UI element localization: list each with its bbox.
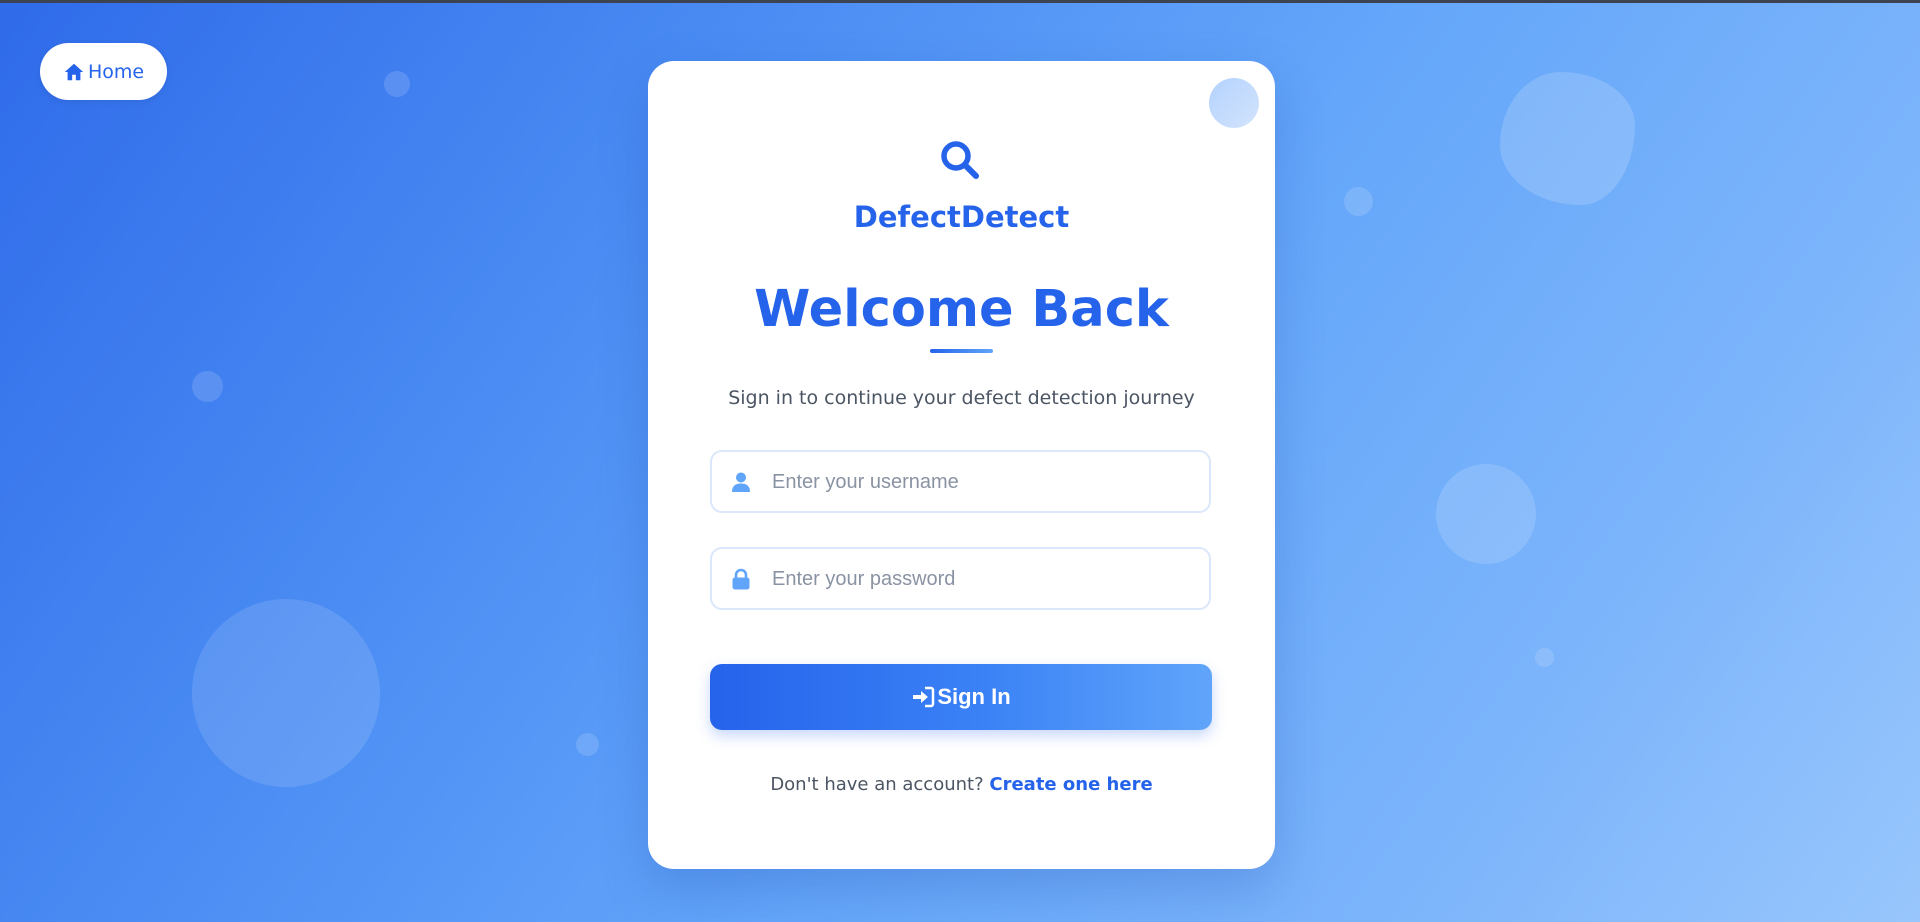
sign-in-button[interactable]: Sign In — [710, 664, 1212, 730]
page-title: Welcome Back — [754, 280, 1169, 339]
background-bubble — [1535, 648, 1554, 667]
brand-name: DefectDetect — [853, 200, 1070, 234]
search-icon — [937, 137, 983, 183]
home-icon — [63, 61, 85, 83]
username-field — [710, 450, 1211, 513]
register-prompt-text: Don't have an account? — [770, 774, 984, 795]
page-subtitle: Sign in to continue your defect detectio… — [728, 387, 1195, 409]
login-card: DefectDetect Welcome Back Sign in to con… — [648, 61, 1275, 869]
background-bubble — [192, 599, 380, 787]
sign-in-icon — [911, 685, 935, 709]
create-account-link[interactable]: Create one here — [989, 774, 1152, 795]
background-bubble — [576, 733, 599, 756]
user-icon — [730, 471, 752, 493]
home-button[interactable]: Home — [40, 43, 167, 100]
register-prompt: Don't have an account? Create one here — [649, 774, 1274, 795]
window-top-strip — [0, 0, 1920, 3]
background-bubble — [1344, 187, 1373, 216]
background-blob — [1500, 72, 1635, 205]
username-input[interactable] — [770, 452, 1194, 513]
password-field — [710, 547, 1211, 610]
sign-in-button-label: Sign In — [937, 684, 1011, 709]
home-button-label: Home — [87, 60, 145, 83]
card-decoration-dot — [1209, 78, 1259, 128]
password-input[interactable] — [770, 549, 1194, 610]
background-bubble — [192, 371, 223, 402]
background-bubble — [1436, 464, 1536, 564]
background-bubble — [384, 71, 410, 97]
title-underline — [930, 349, 993, 353]
lock-icon — [730, 568, 752, 590]
